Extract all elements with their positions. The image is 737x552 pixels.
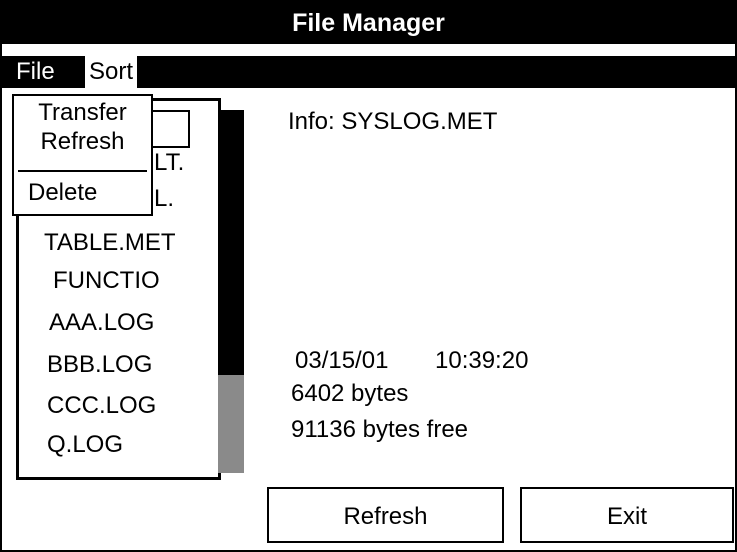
scrollbar[interactable] [218, 110, 244, 473]
window-title: File Manager [292, 9, 445, 37]
file-item-partial-2[interactable]: LT. [154, 149, 184, 177]
file-item-partial-3[interactable]: L. [154, 185, 174, 213]
menu-item-refresh[interactable]: Refresh [14, 129, 151, 155]
info-time: 10:39:20 [435, 347, 529, 374]
menu-file[interactable]: File [12, 56, 59, 88]
info-free-space: 91136 bytes free [291, 416, 469, 443]
file-item[interactable]: CCC.LOG [47, 392, 156, 420]
file-item[interactable]: BBB.LOG [47, 351, 152, 379]
menu-bar: File Sort [2, 56, 735, 88]
info-label: Info: SYSLOG.MET [288, 108, 498, 135]
menu-sort[interactable]: Sort [85, 56, 138, 88]
file-menu-dropdown: Transfer Refresh Delete [12, 94, 153, 216]
refresh-button[interactable]: Refresh [267, 487, 504, 543]
file-item[interactable]: FUNCTIO [53, 267, 160, 295]
title-bar: File Manager [2, 2, 735, 44]
menu-item-delete[interactable]: Delete [28, 180, 97, 206]
scroll-thumb[interactable] [218, 375, 244, 473]
info-date: 03/15/01 [295, 347, 389, 374]
file-item[interactable]: AAA.LOG [49, 309, 154, 337]
exit-button[interactable]: Exit [520, 487, 734, 543]
menu-divider [18, 170, 147, 172]
file-item[interactable]: Q.LOG [47, 431, 123, 459]
window-frame: File Manager File Sort G. LT. L. TABLE.M… [0, 0, 737, 552]
file-item[interactable]: TABLE.MET [44, 229, 176, 257]
menu-item-transfer[interactable]: Transfer [14, 100, 151, 126]
info-size: 6402 bytes [291, 380, 409, 407]
